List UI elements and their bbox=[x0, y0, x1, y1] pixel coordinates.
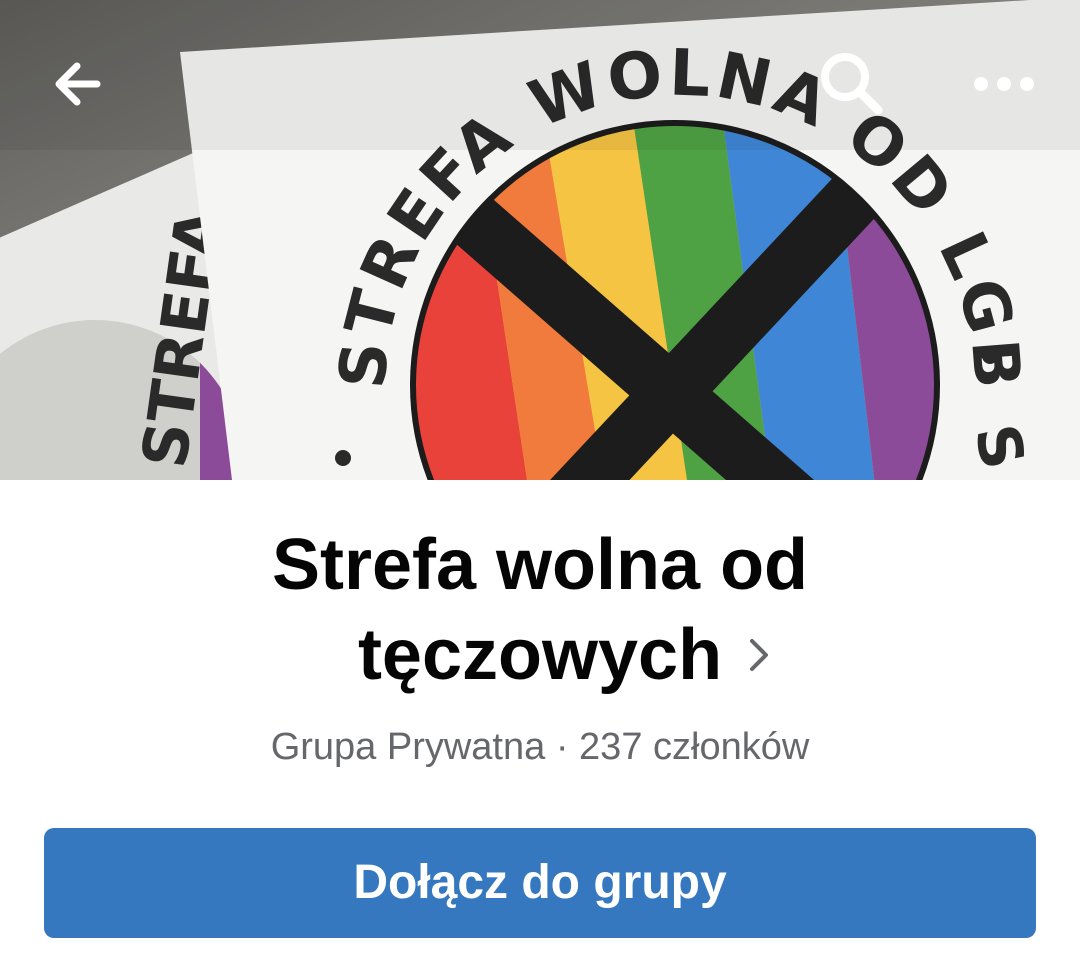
back-button[interactable] bbox=[35, 42, 119, 126]
group-cover-photo[interactable]: STREFA STREFA WOLNA OD LGBT bbox=[0, 0, 1080, 480]
join-group-button[interactable]: Dołącz do grupy bbox=[44, 828, 1036, 938]
arrow-left-icon bbox=[55, 62, 101, 106]
group-title-line1: Strefa wolna od bbox=[271, 525, 809, 605]
search-icon bbox=[821, 53, 883, 115]
cover-photo-image: STREFA STREFA WOLNA OD LGBT bbox=[0, 0, 1080, 480]
search-button[interactable] bbox=[810, 42, 894, 126]
group-member-count[interactable]: 237 członków bbox=[579, 726, 809, 768]
more-horizontal-icon bbox=[974, 77, 1034, 91]
group-page: STREFA STREFA WOLNA OD LGBT bbox=[0, 0, 1080, 962]
group-privacy: Grupa Prywatna bbox=[270, 726, 546, 768]
meta-separator: · bbox=[555, 726, 569, 768]
group-title[interactable]: Strefa wolna od tęczowych bbox=[0, 520, 1080, 700]
group-meta: Grupa Prywatna · 237 członków bbox=[0, 722, 1080, 772]
group-title-line2: tęczowych bbox=[357, 615, 723, 695]
chevron-right-icon[interactable] bbox=[748, 610, 770, 700]
more-options-button[interactable] bbox=[962, 42, 1046, 126]
